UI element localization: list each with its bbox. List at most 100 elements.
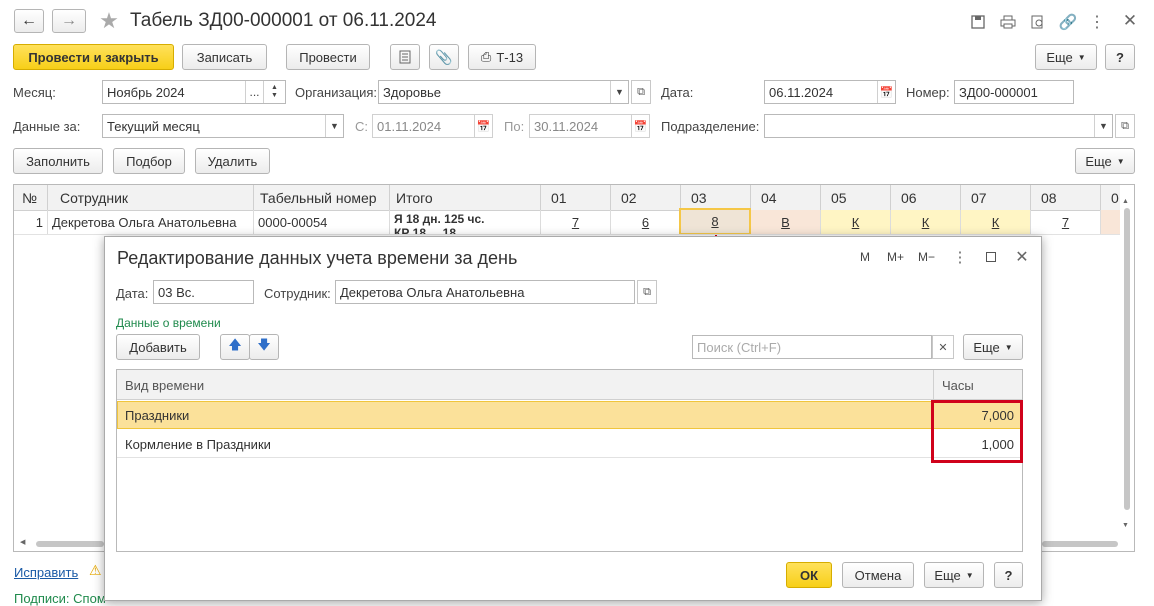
row-num: 1 bbox=[14, 210, 48, 234]
save-icon[interactable] bbox=[968, 12, 988, 32]
memory-mminus-button[interactable]: M− bbox=[918, 250, 935, 264]
col-day-08: 08 bbox=[1031, 185, 1101, 210]
data-for-dropdown-icon[interactable]: ▼ bbox=[325, 115, 343, 137]
memory-mplus-button[interactable]: M+ bbox=[887, 250, 904, 264]
chevron-down-icon: ▼ bbox=[1077, 52, 1086, 62]
scroll-down-icon[interactable]: ▼ bbox=[1122, 522, 1129, 529]
row-total-line1: Я 18 дн. 125 чс. bbox=[394, 212, 485, 226]
document-list-icon bbox=[399, 50, 411, 64]
day-08-cell[interactable]: 7 bbox=[1031, 210, 1101, 234]
report-icon-button[interactable] bbox=[390, 44, 420, 70]
day-02-cell[interactable]: 6 bbox=[611, 210, 681, 234]
dialog-footer-more-button[interactable]: Еще ▼ bbox=[924, 562, 984, 588]
dept-open-icon[interactable]: ⧉ bbox=[1115, 114, 1135, 138]
dialog-date-label: Дата: bbox=[116, 286, 149, 301]
number-field[interactable]: ЗД00-000001 bbox=[954, 80, 1074, 104]
close-icon[interactable]: ✕ bbox=[1120, 11, 1140, 31]
from-calendar-icon[interactable]: 📅 bbox=[474, 115, 492, 137]
chevron-down-icon: ▼ bbox=[1116, 156, 1125, 166]
dialog-close-icon[interactable]: ✕ bbox=[1013, 247, 1031, 267]
day-05-cell[interactable]: К bbox=[821, 210, 891, 234]
time-row-selected[interactable] bbox=[117, 401, 1022, 429]
to-field[interactable]: 30.11.2024 📅 bbox=[529, 114, 650, 138]
day-03-cell[interactable]: 8 bbox=[679, 208, 751, 235]
printer-icon: ⎙ bbox=[480, 49, 492, 64]
horizontal-scroll-track-right[interactable] bbox=[1042, 541, 1118, 547]
dialog-help-button[interactable]: ? bbox=[994, 562, 1023, 588]
preview-icon[interactable] bbox=[1028, 12, 1048, 32]
to-calendar-icon[interactable]: 📅 bbox=[631, 115, 649, 137]
day-01-cell[interactable]: 7 bbox=[541, 210, 611, 234]
select-button[interactable]: Подбор bbox=[113, 148, 185, 174]
org-open-icon[interactable]: ⧉ bbox=[631, 80, 651, 104]
back-button[interactable]: ← bbox=[14, 9, 44, 33]
scroll-thumb[interactable] bbox=[1124, 208, 1130, 510]
horizontal-scroll-thumb[interactable] bbox=[36, 541, 104, 547]
delete-button[interactable]: Удалить bbox=[195, 148, 270, 174]
col-tab-number: Табельный номер bbox=[254, 185, 390, 210]
t13-button[interactable]: ⎙ Т-13 bbox=[468, 44, 536, 70]
more-button[interactable]: Еще ▼ bbox=[1035, 44, 1097, 70]
move-down-button[interactable]: 🡇 bbox=[249, 334, 279, 360]
date-label: Дата: bbox=[661, 85, 694, 100]
time-row-1-kind[interactable]: Праздники bbox=[125, 408, 189, 423]
dialog-more-button[interactable]: Еще ▼ bbox=[963, 334, 1023, 360]
cancel-button[interactable]: Отмена bbox=[842, 562, 914, 588]
horizontal-scroll-left-icon[interactable]: ◀ bbox=[20, 538, 25, 546]
search-clear-icon[interactable]: ✕ bbox=[932, 335, 954, 359]
month-field[interactable]: Ноябрь 2024 ... ▲ ▼ bbox=[102, 80, 286, 104]
month-label: Месяц: bbox=[13, 85, 56, 100]
date-field[interactable]: 06.11.2024 📅 bbox=[764, 80, 896, 104]
menu-icon[interactable]: ⋮ bbox=[1089, 12, 1105, 32]
memory-m-button[interactable]: M bbox=[860, 250, 870, 264]
dialog-employee-open-icon[interactable]: ⧉ bbox=[637, 280, 657, 304]
from-field[interactable]: 01.11.2024 📅 bbox=[372, 114, 493, 138]
fix-link[interactable]: Исправить bbox=[14, 565, 78, 580]
dept-dropdown-icon[interactable]: ▼ bbox=[1094, 115, 1112, 137]
data-for-value: Текущий месяц bbox=[107, 118, 200, 134]
data-for-field[interactable]: Текущий месяц ▼ bbox=[102, 114, 344, 138]
ok-button[interactable]: ОК bbox=[786, 562, 832, 588]
fill-button[interactable]: Заполнить bbox=[13, 148, 103, 174]
table-more-button[interactable]: Еще ▼ bbox=[1075, 148, 1135, 174]
org-field[interactable]: Здоровье ▼ bbox=[378, 80, 629, 104]
signatures-link[interactable]: Подписи: Спом bbox=[14, 591, 106, 606]
row-total[interactable]: Я 18 дн. 125 чс. КР 18 ... 18 ... bbox=[390, 210, 541, 234]
link-icon[interactable]: 🔗 bbox=[1058, 12, 1078, 32]
dialog-footer-more-label: Еще bbox=[934, 567, 961, 583]
dialog-add-button[interactable]: Добавить bbox=[116, 334, 200, 360]
day-09-cell[interactable] bbox=[1101, 210, 1120, 234]
row-tab-number[interactable]: 0000-00054 bbox=[254, 210, 390, 234]
vertical-scrollbar[interactable]: ▲ ▼ bbox=[1120, 198, 1134, 536]
post-button[interactable]: Провести bbox=[286, 44, 370, 70]
day-07-cell[interactable]: К bbox=[961, 210, 1031, 234]
scroll-up-icon[interactable]: ▲ bbox=[1122, 198, 1129, 205]
dept-field[interactable]: ▼ bbox=[764, 114, 1113, 138]
col-total: Итого bbox=[390, 185, 541, 210]
from-label: С: bbox=[355, 119, 368, 134]
help-button[interactable]: ? bbox=[1105, 44, 1135, 70]
move-up-button[interactable]: 🡅 bbox=[220, 334, 250, 360]
month-stepper[interactable]: ▲ ▼ bbox=[263, 81, 285, 103]
day-06-cell[interactable]: К bbox=[891, 210, 961, 234]
org-dropdown-icon[interactable]: ▼ bbox=[610, 81, 628, 103]
post-close-button[interactable]: Провести и закрыть bbox=[13, 44, 174, 70]
from-value: 01.11.2024 bbox=[377, 118, 442, 134]
maximize-icon[interactable] bbox=[986, 252, 996, 262]
row-bottom-border bbox=[14, 234, 1120, 235]
day-04-cell[interactable]: В bbox=[751, 210, 821, 234]
row-employee[interactable]: Декретова Ольга Анатольевна bbox=[48, 210, 254, 234]
dialog-search-input[interactable]: Поиск (Ctrl+F) bbox=[692, 335, 932, 359]
print-icon[interactable] bbox=[998, 12, 1018, 32]
month-select-button[interactable]: ... bbox=[245, 81, 263, 103]
dialog-menu-icon[interactable]: ⋮ bbox=[953, 248, 968, 266]
forward-button[interactable]: → bbox=[52, 9, 86, 33]
dialog-employee-field[interactable]: Декретова Ольга Анатольевна bbox=[335, 280, 635, 304]
dialog-date-field[interactable]: 03 Вс. bbox=[153, 280, 254, 304]
calendar-icon[interactable]: 📅 bbox=[877, 81, 895, 103]
write-button[interactable]: Записать bbox=[182, 44, 267, 70]
time-row-2-kind[interactable]: Кормление в Праздники bbox=[125, 437, 271, 452]
month-value: Ноябрь 2024 bbox=[107, 84, 185, 100]
star-icon[interactable]: ★ bbox=[96, 8, 122, 34]
attach-button[interactable]: 📎 bbox=[429, 44, 459, 70]
